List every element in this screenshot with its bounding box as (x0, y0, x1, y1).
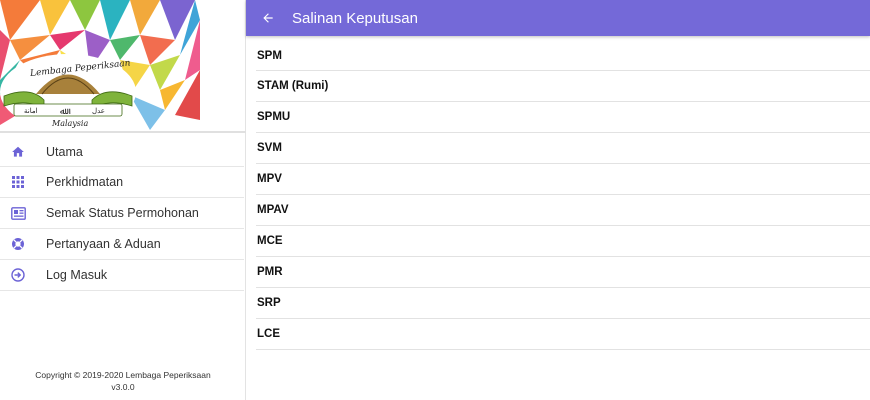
list-item-mpv[interactable]: MPV (256, 164, 870, 195)
sidebar-nav: Utama Perkhidmatan Semak Status Permohon… (0, 137, 246, 291)
sidebar-item-label: Log Masuk (46, 268, 108, 282)
list-item-lce[interactable]: LCE (256, 319, 870, 350)
arrow-back-icon (263, 13, 273, 23)
sidebar-footer: Copyright © 2019-2020 Lembaga Peperiksaa… (0, 369, 246, 393)
lifebuoy-icon (8, 234, 28, 254)
list-item-mce[interactable]: MCE (256, 226, 870, 257)
apps-grid-icon (8, 172, 28, 192)
svg-text:Malaysia: Malaysia (51, 119, 88, 128)
list-item-pmr[interactable]: PMR (256, 257, 870, 288)
list-item-stam-rumi[interactable]: STAM (Rumi) (256, 71, 870, 102)
exam-result-list: SPM STAM (Rumi) SPMU SVM MPV MPAV MCE PM… (256, 41, 870, 350)
app-bar: Salinan Keputusan (246, 0, 870, 36)
list-item-srp[interactable]: SRP (256, 288, 870, 319)
sidebar-item-perkhidmatan[interactable]: Perkhidmatan (0, 167, 244, 198)
banner-divider (0, 131, 246, 133)
sidebar-item-label: Pertanyaan & Aduan (46, 237, 161, 251)
sidebar-item-log-masuk[interactable]: Log Masuk (0, 260, 244, 291)
version-text: v3.0.0 (111, 382, 135, 392)
list-item-spm[interactable]: SPM (256, 41, 870, 71)
list-item-mpav[interactable]: MPAV (256, 195, 870, 226)
sidebar-item-label: Utama (46, 144, 83, 159)
list-item-spmu[interactable]: SPMU (256, 102, 870, 133)
copyright-text: Copyright © 2019-2020 Lembaga Peperiksaa… (35, 370, 211, 380)
svg-text:امانة: امانة (24, 107, 38, 115)
sidebar-item-pertanyaan-aduan[interactable]: Pertanyaan & Aduan (0, 229, 244, 260)
sidebar-item-semak-status[interactable]: Semak Status Permohonan (0, 198, 244, 229)
navigation-drawer: امانة ﷲ عدل Lembaga Peperiksaan Malaysia… (0, 0, 246, 400)
page-title: Salinan Keputusan (292, 9, 418, 27)
back-button[interactable] (258, 8, 278, 28)
home-icon (8, 142, 28, 162)
sidebar-item-label: Perkhidmatan (46, 175, 124, 189)
sidebar-item-utama[interactable]: Utama (0, 137, 244, 167)
list-item-svm[interactable]: SVM (256, 133, 870, 164)
svg-text:عدل: عدل (92, 107, 105, 115)
newspaper-icon (8, 203, 28, 223)
login-icon (8, 265, 28, 285)
lp-logo-banner: امانة ﷲ عدل Lembaga Peperiksaan Malaysia (0, 0, 200, 130)
sidebar-item-label: Semak Status Permohonan (46, 206, 199, 220)
